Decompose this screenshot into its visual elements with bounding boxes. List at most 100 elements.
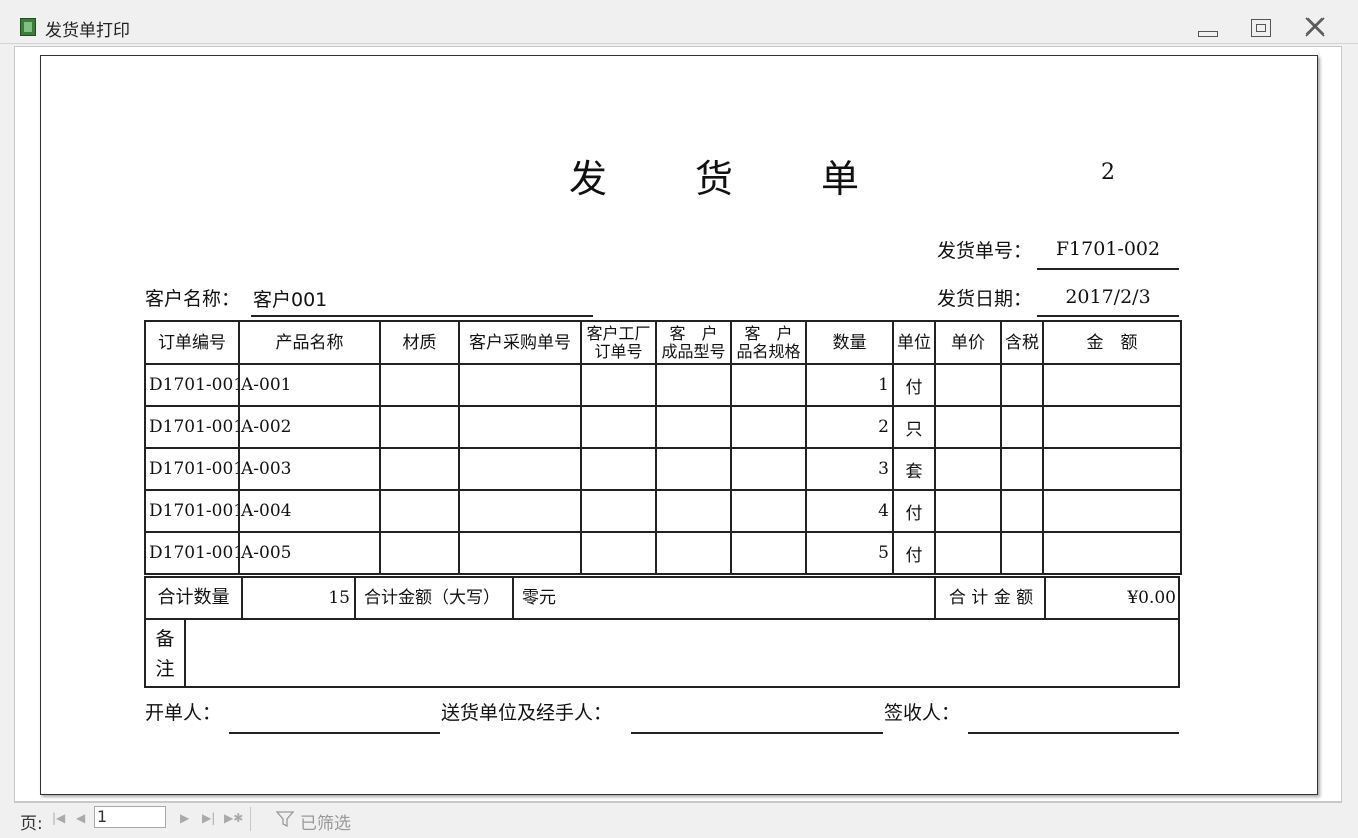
col-header-po-no: 客户采购单号 (458, 320, 582, 365)
table-row: D1701-001 A-003 3 套 (144, 447, 1182, 491)
cell-spec (730, 489, 807, 533)
col-header-tax: 含税 (1000, 320, 1044, 365)
total-qty-value: 15 (243, 578, 356, 618)
cell-po-no (458, 447, 582, 491)
col-header-unit: 单位 (892, 320, 936, 365)
total-amount-words-value: 零元 (516, 578, 936, 618)
cell-model (655, 405, 732, 449)
col-header-order-no: 订单编号 (144, 320, 240, 365)
table-row: D1701-001 A-004 4 付 (144, 489, 1182, 533)
cell-price (934, 447, 1002, 491)
cell-material (379, 447, 460, 491)
window-titlebar: 发货单打印 (0, 0, 1358, 44)
cell-order-no: D1701-001 (144, 447, 240, 491)
col-header-spec: 客 户 品名规格 (730, 320, 807, 365)
prev-page-button[interactable]: ◀ (76, 811, 85, 825)
cell-spec (730, 531, 807, 575)
minimize-button[interactable] (1192, 14, 1222, 40)
remarks-label: 备 注 (146, 620, 186, 686)
col-header-line: 客 户 (669, 323, 718, 343)
close-button[interactable] (1300, 14, 1330, 40)
cell-factory-order (580, 363, 657, 407)
report-title-char: 货 (695, 157, 738, 201)
filter-icon (276, 811, 294, 827)
cell-po-no (458, 531, 582, 575)
cell-unit: 只 (892, 405, 936, 449)
cell-factory-order (580, 531, 657, 575)
cell-product-name: A-004 (238, 489, 381, 533)
cell-model (655, 447, 732, 491)
table-row: D1701-001 A-002 2 只 (144, 405, 1182, 449)
report-title: 发货单 (569, 148, 863, 203)
total-amount-value: ¥0.00 (1127, 588, 1176, 608)
cell-material (379, 405, 460, 449)
cell-qty: 4 (805, 489, 894, 533)
issuer-label: 开单人： (145, 702, 222, 724)
totals-row: 合计数量 15 合计金额（大写） 零元 合 计 金 额 ¥0.00 (144, 576, 1180, 620)
cell-model (655, 363, 732, 407)
col-header-material: 材质 (379, 320, 460, 365)
cell-po-no (458, 489, 582, 533)
cell-factory-order (580, 405, 657, 449)
cell-tax (1000, 405, 1044, 449)
cell-qty: 2 (805, 405, 894, 449)
cell-spec (730, 447, 807, 491)
first-page-button[interactable]: |◀ (52, 811, 65, 825)
col-header-line: 成品型号 (661, 341, 726, 361)
cell-spec (730, 405, 807, 449)
col-header-amount: 金 额 (1042, 320, 1182, 365)
nav-separator (250, 807, 251, 831)
items-table: 订单编号 产品名称 材质 客户采购单号 客户工厂 订单号 客 户 成品型号 客 … (144, 320, 1182, 575)
report-title-char: 单 (821, 157, 864, 201)
cell-tax (1000, 531, 1044, 575)
date-value: 2017/2/3 (1065, 286, 1151, 308)
cell-price (934, 531, 1002, 575)
page-input[interactable]: 1 (94, 806, 166, 828)
cell-price (934, 363, 1002, 407)
receiver-label: 签收人： (884, 702, 961, 724)
col-header-price: 单价 (934, 320, 1002, 365)
remarks-content (188, 620, 1178, 686)
cell-order-no: D1701-001 (144, 405, 240, 449)
cell-product-name: A-003 (238, 447, 381, 491)
issuer-field (229, 706, 440, 734)
cell-product-name: A-002 (238, 405, 381, 449)
new-record-button[interactable]: ▶✱ (224, 811, 243, 825)
delivery-label: 送货单位及经手人： (441, 702, 613, 724)
table-row: D1701-001 A-005 5 付 (144, 531, 1182, 575)
cell-unit: 付 (892, 489, 936, 533)
order-no-field: F1701-002 (1037, 236, 1179, 270)
col-header-qty: 数量 (805, 320, 894, 365)
cell-order-no: D1701-001 (144, 531, 240, 575)
next-page-button[interactable]: ▶ (180, 811, 189, 825)
report-page: 发货单 2 发货单号： F1701-002 客户名称： 客户001 发货日期： … (40, 55, 1318, 795)
remarks-box: 备 注 (144, 618, 1180, 688)
cell-po-no (458, 405, 582, 449)
customer-field: 客户001 (251, 284, 593, 317)
maximize-button[interactable] (1246, 14, 1276, 40)
total-qty-label: 合计数量 (146, 578, 243, 618)
cell-tax (1000, 363, 1044, 407)
total-amount-label: 合 计 金 额 (938, 578, 1046, 618)
cell-model (655, 489, 732, 533)
filter-status-button[interactable]: 已筛选 (300, 809, 351, 834)
col-header-model: 客 户 成品型号 (655, 320, 732, 365)
cell-amount (1042, 405, 1182, 449)
window-title: 发货单打印 (45, 21, 130, 41)
app-icon (20, 18, 36, 36)
cell-order-no: D1701-001 (144, 489, 240, 533)
cell-tax (1000, 447, 1044, 491)
last-page-button[interactable]: ▶| (202, 811, 215, 825)
cell-product-name: A-001 (238, 363, 381, 407)
cell-po-no (458, 363, 582, 407)
customer-label: 客户名称： (145, 288, 241, 310)
col-header-line: 客户工厂 (586, 323, 651, 343)
cell-material (379, 363, 460, 407)
cell-spec (730, 363, 807, 407)
cell-qty: 3 (805, 447, 894, 491)
col-header-factory-order: 客户工厂 订单号 (580, 320, 657, 365)
cell-model (655, 531, 732, 575)
page-number: 2 (1101, 160, 1115, 185)
cell-qty: 1 (805, 363, 894, 407)
cell-factory-order (580, 489, 657, 533)
